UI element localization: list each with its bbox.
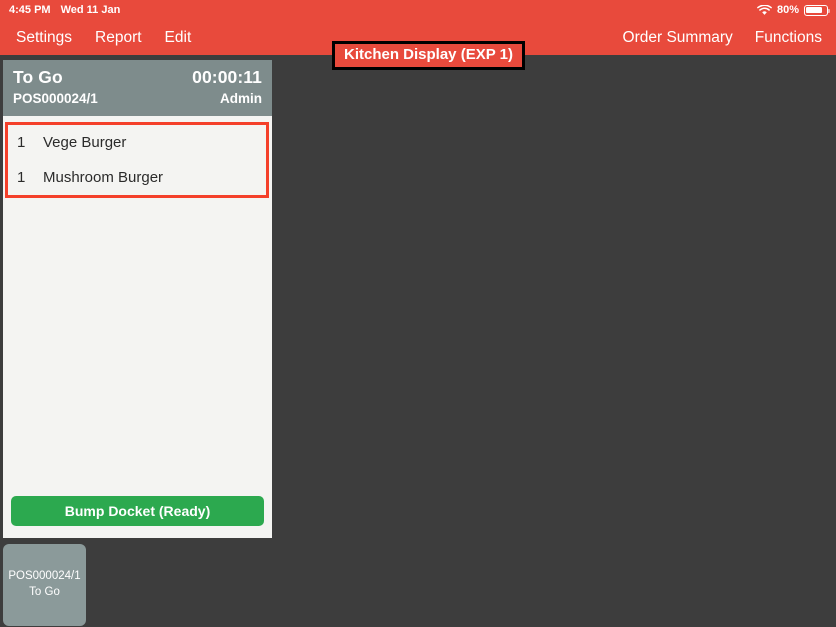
docket-item-name: Vege Burger: [43, 134, 127, 151]
docket-item-qty: 1: [17, 169, 26, 186]
nav-right-group: Order Summary Functions: [623, 20, 822, 55]
docket-header: To Go 00:00:11 POS000024/1 Admin: [3, 60, 272, 116]
nav-item-order-summary[interactable]: Order Summary: [623, 30, 733, 46]
docket-item-row[interactable]: 1 Vege Burger: [8, 125, 266, 160]
navigation-bar: Settings Report Edit Kitchen Display (EX…: [0, 20, 836, 70]
docket-user: Admin: [220, 91, 262, 106]
status-bar-left: 4:45 PM Wed 11 Jan: [0, 4, 120, 16]
status-bar-right: 80%: [757, 4, 836, 16]
docket-timer: 00:00:11: [192, 67, 262, 87]
order-tile[interactable]: POS000024/1 To Go: [3, 544, 86, 626]
status-time: 4:45 PM: [9, 4, 51, 16]
nav-item-functions[interactable]: Functions: [755, 30, 822, 46]
docket-reference: POS000024/1: [13, 91, 98, 106]
page-title: Kitchen Display (EXP 1): [344, 46, 513, 63]
status-bar: 4:45 PM Wed 11 Jan 80%: [0, 0, 836, 20]
wifi-icon: [757, 4, 772, 16]
docket-header-row-bottom: POS000024/1 Admin: [13, 91, 262, 106]
nav-left-group: Settings Report Edit: [16, 20, 191, 55]
order-tile-type: To Go: [29, 586, 60, 598]
kitchen-display-screen: 4:45 PM Wed 11 Jan 80% Settings Report E…: [0, 0, 836, 627]
docket-footer: Bump Docket (Ready): [3, 496, 272, 538]
page-title-highlight: Kitchen Display (EXP 1): [332, 41, 525, 70]
nav-item-edit[interactable]: Edit: [165, 30, 192, 46]
order-tile-reference: POS000024/1: [8, 570, 81, 583]
order-docket[interactable]: To Go 00:00:11 POS000024/1 Admin 1 Vege …: [3, 60, 272, 538]
nav-item-settings[interactable]: Settings: [16, 30, 72, 46]
docket-order-type: To Go: [13, 67, 63, 87]
docket-item-list: 1 Vege Burger 1 Mushroom Burger: [3, 116, 272, 496]
docket-items-highlight: 1 Vege Burger 1 Mushroom Burger: [5, 122, 269, 198]
battery-fill: [806, 6, 822, 14]
docket-header-row-top: To Go 00:00:11: [13, 67, 262, 88]
battery-icon: [804, 4, 831, 16]
docket-item-row[interactable]: 1 Mushroom Burger: [8, 160, 266, 195]
battery-percent-label: 80%: [776, 4, 799, 16]
docket-item-name: Mushroom Burger: [43, 169, 164, 186]
status-date: Wed 11 Jan: [60, 4, 121, 16]
docket-item-qty: 1: [17, 134, 26, 151]
order-tile-bar: POS000024/1 To Go: [0, 543, 836, 627]
bump-docket-button[interactable]: Bump Docket (Ready): [11, 496, 264, 526]
nav-item-report[interactable]: Report: [95, 30, 142, 46]
